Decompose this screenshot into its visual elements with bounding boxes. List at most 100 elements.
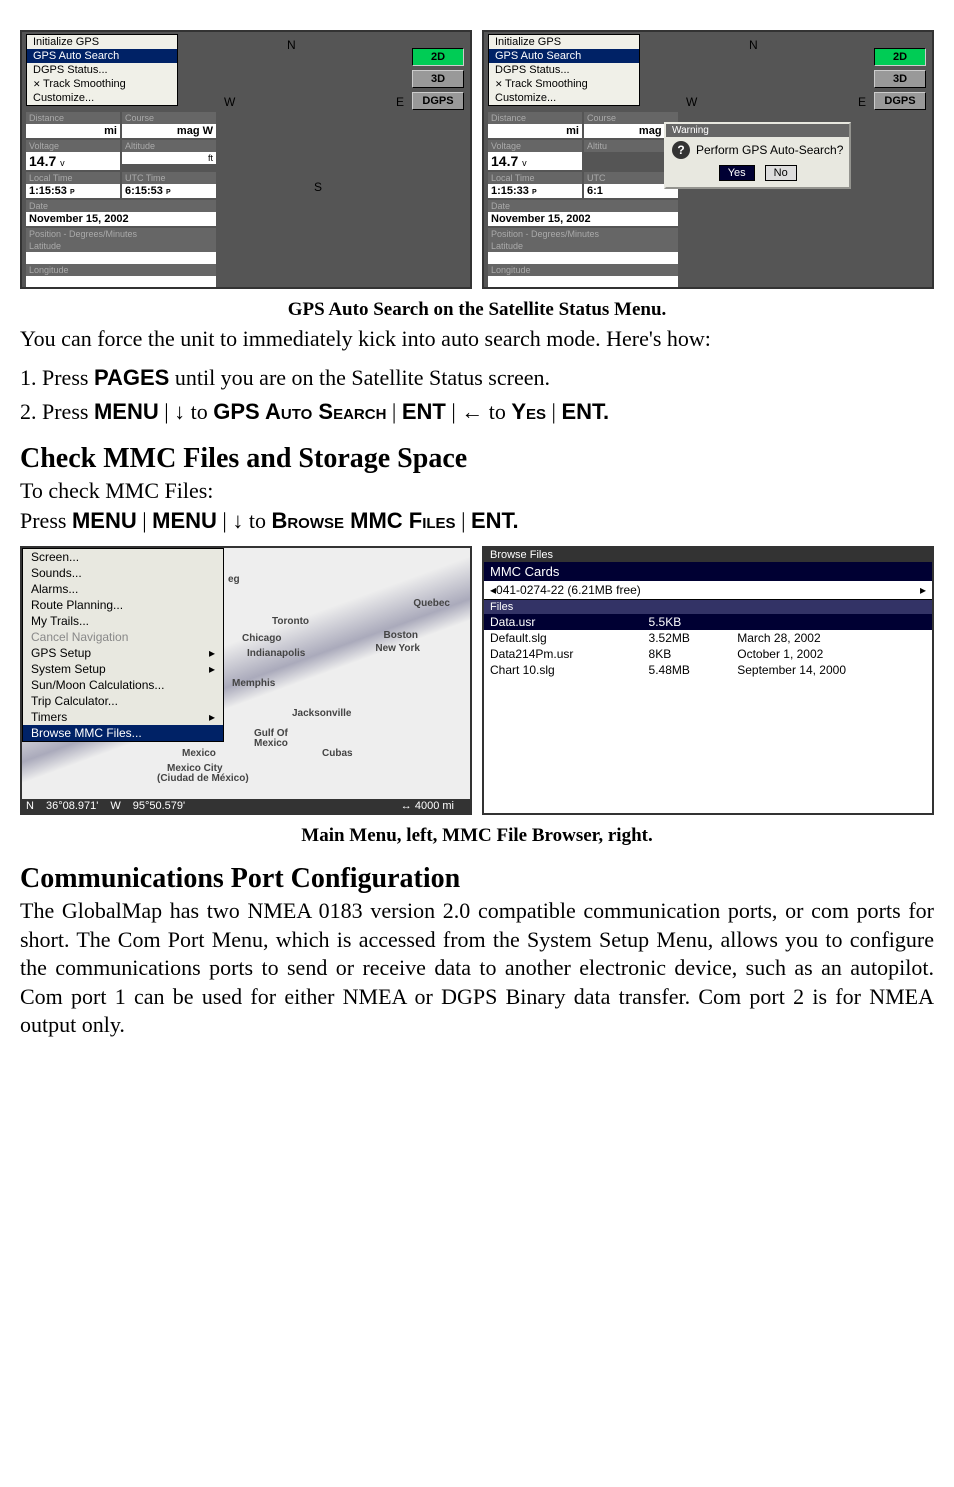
map-toronto: Toronto — [272, 616, 309, 627]
distance-label: Distance — [488, 112, 582, 124]
menu-timers[interactable]: Timers — [23, 709, 223, 725]
status-scale: ↔ 4000 mi — [401, 800, 454, 812]
warning-dialog: Warning ? Perform GPS Auto-Search? Yes N… — [664, 122, 851, 189]
latitude-value — [488, 252, 678, 264]
date-value: November 15, 2002 — [26, 212, 216, 226]
mmc-card-row[interactable]: ◂041-0274-22 (6.21MB free)▸ — [484, 581, 932, 600]
step-1: 1. Press PAGES until you are on the Sate… — [20, 364, 934, 393]
menu-initialize-gps[interactable]: Initialize GPS — [27, 35, 177, 49]
files-header: Files — [484, 600, 932, 614]
position-label: Position - Degrees/Minutes — [26, 228, 216, 240]
browse-files-title: Browse Files — [484, 548, 932, 562]
status-n: N — [26, 800, 34, 812]
map-ciudad: (Ciudad de México) — [157, 773, 249, 784]
menu-alarms[interactable]: Alarms... — [23, 581, 223, 597]
menu-gps-auto-search[interactable]: GPS Auto Search — [489, 49, 639, 63]
longitude-value — [26, 276, 216, 288]
menu-cancel-navigation: Cancel Navigation — [23, 629, 223, 645]
date-label: Date — [488, 200, 678, 212]
menu-browse-mmc[interactable]: Browse MMC Files... — [23, 725, 223, 741]
local-time-value: 1:15:53 P — [26, 184, 120, 198]
gps-menu: Initialize GPS GPS Auto Search DGPS Stat… — [26, 34, 178, 106]
menu-gps-auto-search[interactable]: GPS Auto Search — [27, 49, 177, 63]
menu-sunmoon[interactable]: Sun/Moon Calculations... — [23, 677, 223, 693]
file-row-2[interactable]: Data214Pm.usr8KBOctober 1, 2002 — [484, 646, 932, 662]
voltage-label: Voltage — [488, 140, 582, 152]
compass-e: E — [396, 95, 404, 109]
gps-screenshot-left: Initialize GPS GPS Auto Search DGPS Stat… — [20, 30, 472, 289]
menu-track-smoothing[interactable]: Track Smoothing — [489, 77, 639, 91]
menu-dgps-status[interactable]: DGPS Status... — [489, 63, 639, 77]
button-dgps[interactable]: DGPS — [412, 92, 464, 110]
compass-n: N — [749, 38, 758, 52]
latitude-label: Latitude — [26, 240, 216, 252]
file-row-1[interactable]: Default.slg3.52MBMarch 28, 2002 — [484, 630, 932, 646]
distance-value: mi — [488, 124, 582, 138]
dialog-title: Warning — [666, 124, 849, 137]
compass-w: W — [686, 95, 697, 109]
yes-button[interactable]: Yes — [719, 165, 755, 181]
com-port-body: The GlobalMap has two NMEA 0183 version … — [20, 897, 934, 1040]
distance-value: mi — [26, 124, 120, 138]
dialog-text: Perform GPS Auto-Search? — [696, 143, 843, 157]
menu-sounds[interactable]: Sounds... — [23, 565, 223, 581]
menu-dgps-status[interactable]: DGPS Status... — [27, 63, 177, 77]
map-eg: eg — [228, 574, 240, 585]
map-boston: Boston — [384, 630, 418, 641]
no-button[interactable]: No — [765, 165, 797, 181]
map-chicago: Chicago — [242, 633, 281, 644]
status-lon: 95°50.579' — [133, 800, 185, 812]
file-row-0[interactable]: Data.usr5.5KB — [484, 614, 932, 630]
mmc-cards-header: MMC Cards — [484, 562, 932, 581]
button-dgps[interactable]: DGPS — [874, 92, 926, 110]
main-menu: Screen... Sounds... Alarms... Route Plan… — [22, 548, 224, 742]
question-icon: ? — [672, 141, 690, 159]
file-row-3[interactable]: Chart 10.slg5.48MBSeptember 14, 2000 — [484, 662, 932, 678]
gps-menu: Initialize GPS GPS Auto Search DGPS Stat… — [488, 34, 640, 106]
map-cubas: Cubas — [322, 748, 353, 759]
caption-1: GPS Auto Search on the Satellite Status … — [20, 299, 934, 321]
menu-track-smoothing[interactable]: Track Smoothing — [27, 77, 177, 91]
voltage-value: 14.7 v — [26, 152, 120, 170]
local-time-value: 1:15:33 P — [488, 184, 582, 198]
compass-n: N — [287, 38, 296, 52]
menu-screen[interactable]: Screen... — [23, 549, 223, 565]
utc-time-value: 6:15:53 P — [122, 184, 216, 198]
check-mmc-intro: To check MMC Files: — [20, 477, 934, 506]
menu-customize[interactable]: Customize... — [489, 91, 639, 105]
menu-trip-calculator[interactable]: Trip Calculator... — [23, 693, 223, 709]
map-mexico2: Mexico — [254, 738, 288, 749]
latitude-value — [26, 252, 216, 264]
compass-w: W — [224, 95, 235, 109]
view-buttons: 2D 3D DGPS — [874, 48, 926, 110]
status-w: W — [110, 800, 120, 812]
status-bar: N 36°08.971' W 95°50.579' ↔ 4000 mi — [22, 799, 470, 813]
gps-screenshot-right: Initialize GPS GPS Auto Search DGPS Stat… — [482, 30, 934, 289]
view-buttons: 2D 3D DGPS — [412, 48, 464, 110]
menu-gps-setup[interactable]: GPS Setup — [23, 645, 223, 661]
voltage-value: 14.7 v — [488, 152, 582, 170]
compass-s: S — [314, 180, 322, 194]
menu-my-trails[interactable]: My Trails... — [23, 613, 223, 629]
date-label: Date — [26, 200, 216, 212]
intro-text: You can force the unit to immediately ki… — [20, 325, 934, 354]
button-3d[interactable]: 3D — [412, 70, 464, 88]
map-newyork: New York — [375, 643, 420, 654]
button-2d[interactable]: 2D — [874, 48, 926, 66]
menu-system-setup[interactable]: System Setup — [23, 661, 223, 677]
map-mexico: Mexico — [182, 748, 216, 759]
button-2d[interactable]: 2D — [412, 48, 464, 66]
voltage-label: Voltage — [26, 140, 120, 152]
step-2: 2. Press MENU | ↓ to GPS Auto Search | E… — [20, 398, 934, 427]
button-3d[interactable]: 3D — [874, 70, 926, 88]
compass-e: E — [858, 95, 866, 109]
menu-route-planning[interactable]: Route Planning... — [23, 597, 223, 613]
status-lat: 36°08.971' — [46, 800, 98, 812]
gps-screenshot-pair: Initialize GPS GPS Auto Search DGPS Stat… — [20, 30, 934, 289]
menu-customize[interactable]: Customize... — [27, 91, 177, 105]
menu-initialize-gps[interactable]: Initialize GPS — [489, 35, 639, 49]
date-value: November 15, 2002 — [488, 212, 678, 226]
longitude-value — [488, 276, 678, 288]
main-menu-screenshot: Quebec Toronto Boston Chicago New York I… — [20, 546, 472, 815]
browse-files-screenshot: Browse Files MMC Cards ◂041-0274-22 (6.2… — [482, 546, 934, 815]
